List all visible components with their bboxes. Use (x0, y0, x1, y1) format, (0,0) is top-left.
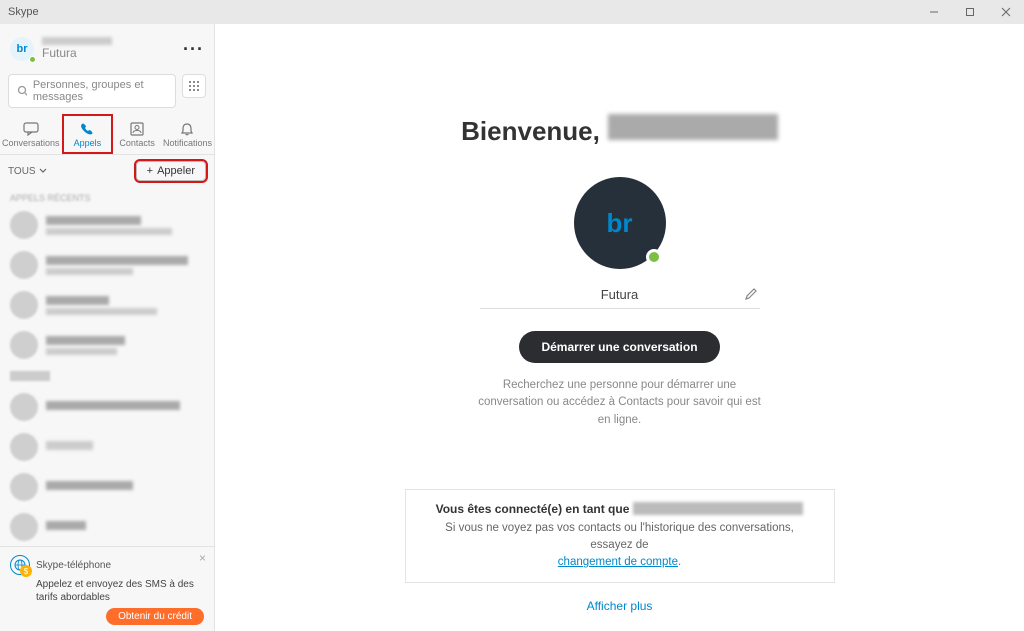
welcome-username-blurred (608, 114, 778, 140)
main-area: Bienvenue, br Futura Démarrer une conver… (215, 24, 1024, 631)
close-icon (1001, 7, 1011, 17)
search-placeholder: Personnes, groupes et messages (33, 79, 167, 103)
promo-close-button[interactable]: × (199, 551, 206, 565)
minimize-button[interactable] (916, 0, 952, 24)
call-button[interactable]: + Appeler (136, 161, 206, 181)
tab-notifications[interactable]: Notifications (161, 114, 214, 154)
maximize-button[interactable] (952, 0, 988, 24)
minimize-icon (929, 7, 939, 17)
tab-label: Contacts (119, 138, 155, 148)
close-button[interactable] (988, 0, 1024, 24)
search-input[interactable]: Personnes, groupes et messages (8, 74, 176, 108)
status-indicator (646, 249, 662, 265)
conversations-icon (23, 122, 39, 136)
avatar-initials: br (17, 43, 28, 55)
sidebar: br Futura ··· Personnes, groupes et mess… (0, 24, 215, 631)
tab-appels[interactable]: Appels (62, 114, 114, 154)
search-icon (17, 85, 27, 97)
more-menu-button[interactable]: ··· (183, 39, 204, 60)
tab-conversations[interactable]: Conversations (0, 114, 62, 154)
get-credit-button[interactable]: Obtenir du crédit (106, 608, 204, 625)
section-header-recent-calls: APPELS RÉCENTS (0, 187, 214, 205)
pencil-icon (744, 287, 758, 301)
list-item[interactable] (0, 507, 214, 546)
list-item[interactable] (0, 325, 214, 365)
list-item[interactable] (0, 285, 214, 325)
promo-body: Appelez et envoyez des SMS à des tarifs … (36, 578, 204, 604)
profile-display-name: Futura (42, 47, 175, 60)
status-indicator (29, 56, 36, 63)
tab-label: Appels (74, 138, 102, 148)
filter-label: TOUS (8, 166, 36, 177)
start-conversation-button[interactable]: Démarrer une conversation (519, 331, 719, 363)
notifications-icon (179, 122, 195, 136)
title-bar: Skype (0, 0, 1024, 24)
section-header-blurred (10, 371, 50, 381)
plus-icon: + (147, 165, 153, 177)
maximize-icon (965, 7, 975, 17)
profile-username-blurred (42, 37, 112, 45)
contact-list (0, 205, 214, 546)
list-item[interactable] (0, 467, 214, 507)
change-account-link[interactable]: changement de compte (558, 556, 678, 568)
large-avatar-initials: br (607, 208, 633, 239)
call-button-label: Appeler (157, 165, 195, 177)
globe-credit-icon (10, 555, 30, 575)
list-item[interactable] (0, 427, 214, 467)
profile-info[interactable]: Futura (42, 37, 175, 60)
contacts-icon (129, 122, 145, 136)
chevron-down-icon (39, 167, 47, 175)
tab-label: Notifications (163, 138, 212, 148)
display-name-field[interactable]: Futura (480, 287, 760, 309)
account-username-blurred (633, 502, 803, 515)
filter-dropdown[interactable]: TOUS (8, 166, 47, 177)
account-info-panel: Vous êtes connecté(e) en tant que Si vou… (405, 489, 835, 583)
tab-label: Conversations (2, 138, 60, 148)
list-item[interactable] (0, 205, 214, 245)
account-line1: Vous êtes connecté(e) en tant que (436, 502, 630, 516)
list-item[interactable] (0, 387, 214, 427)
large-avatar[interactable]: br (574, 177, 666, 269)
app-title: Skype (8, 6, 39, 18)
welcome-heading: Bienvenue, (461, 114, 778, 147)
promo-panel: × Skype-téléphone Appelez et envoyez des… (0, 546, 214, 631)
calls-icon (79, 122, 95, 136)
promo-title: Skype-téléphone (36, 560, 111, 571)
dialpad-icon (188, 80, 200, 92)
dialpad-button[interactable] (182, 74, 206, 98)
profile-avatar[interactable]: br (10, 37, 34, 61)
show-more-link[interactable]: Afficher plus (587, 599, 653, 613)
edit-name-button[interactable] (744, 287, 758, 301)
hint-text: Recherchez une personne pour démarrer un… (475, 377, 765, 429)
welcome-prefix: Bienvenue, (461, 116, 600, 147)
account-line2: Si vous ne voyez pas vos contacts ou l'h… (445, 522, 794, 551)
display-name-value: Futura (601, 287, 639, 302)
list-item[interactable] (0, 245, 214, 285)
tab-contacts[interactable]: Contacts (113, 114, 161, 154)
